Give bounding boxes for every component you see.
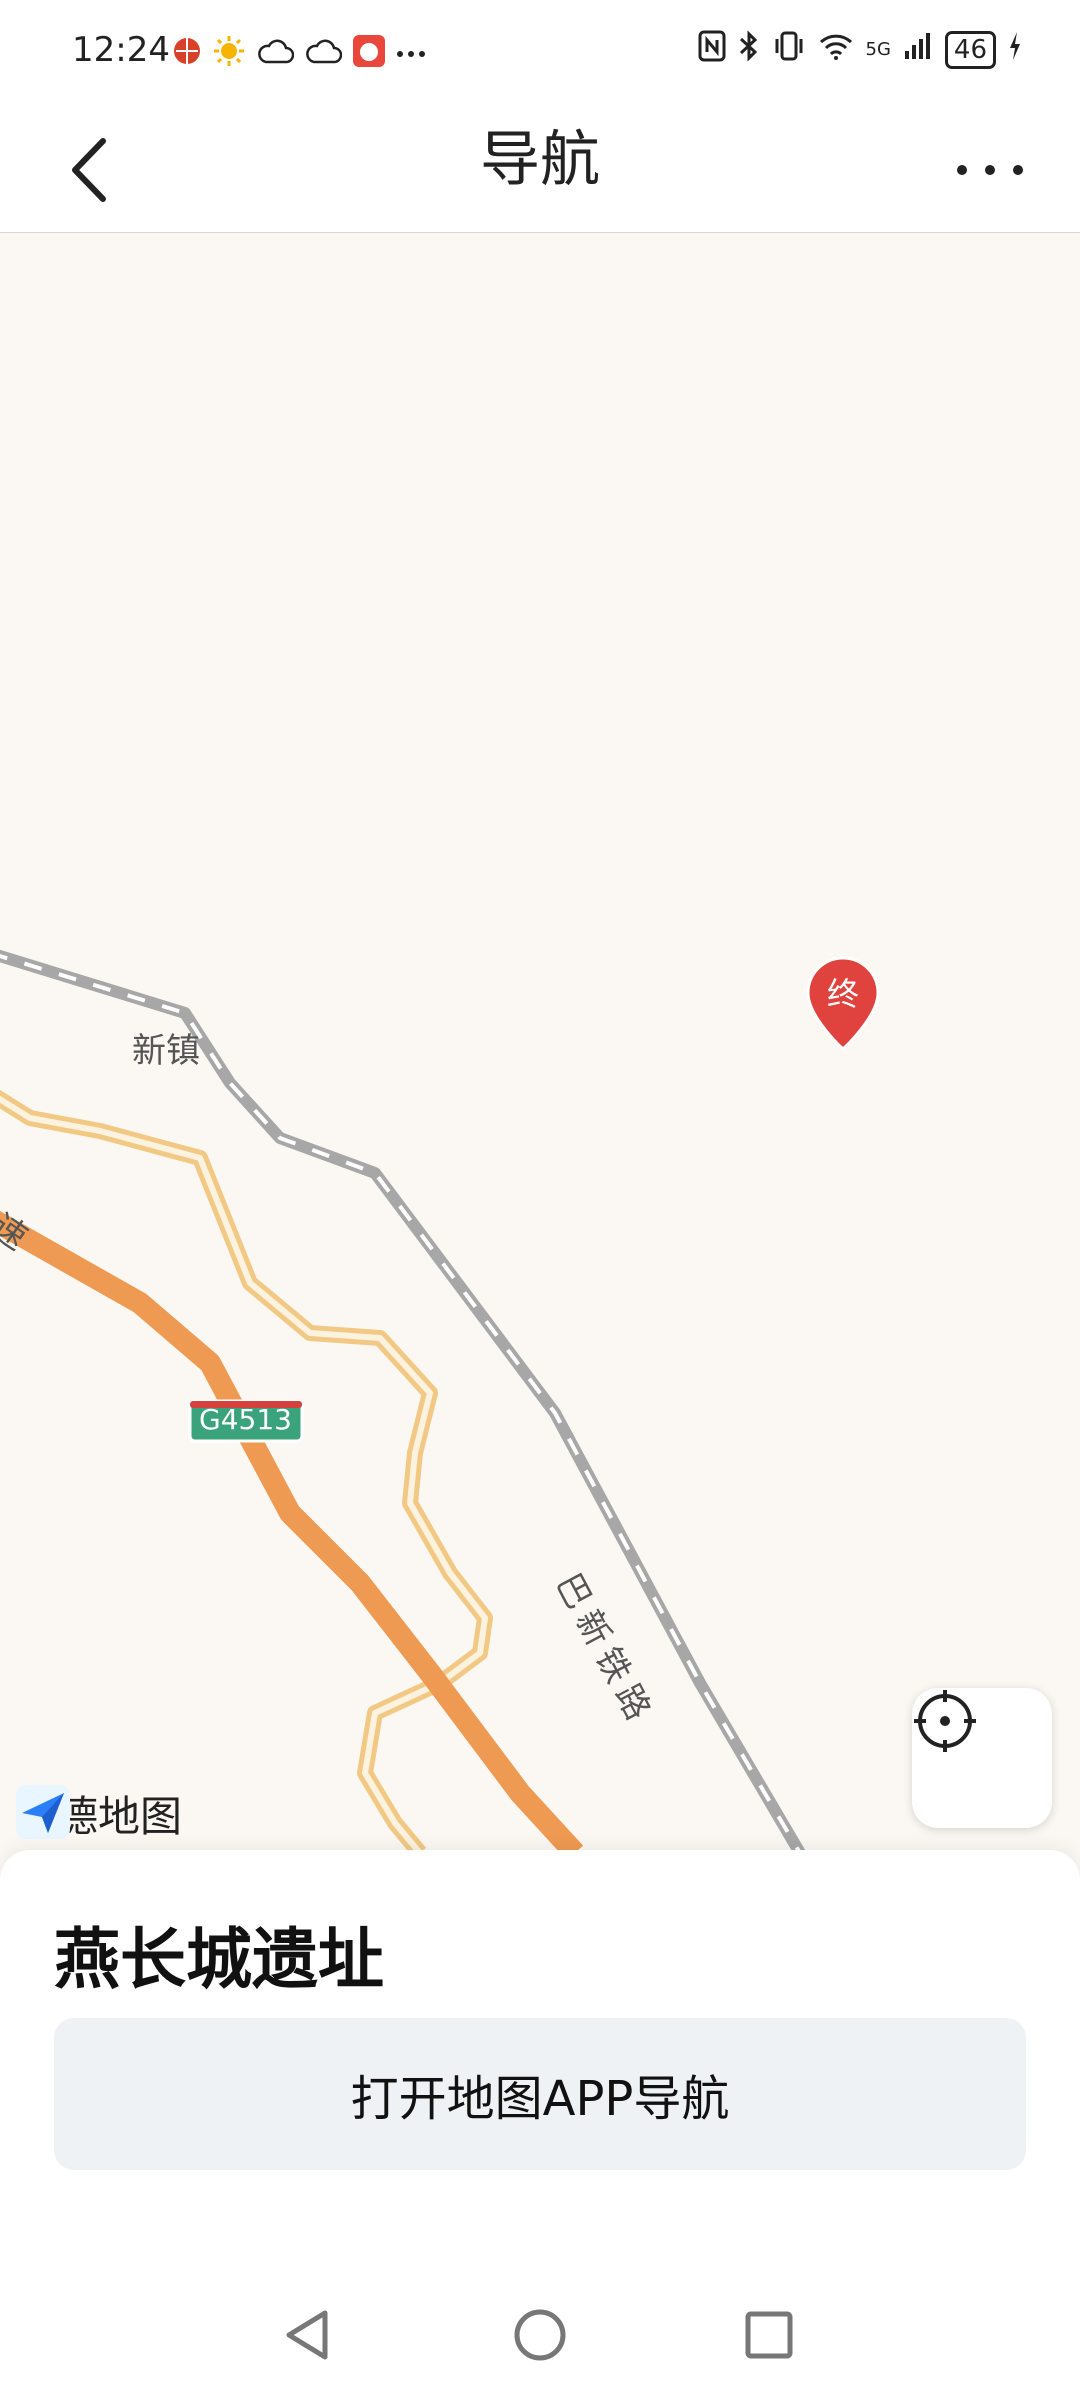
signal-icon (903, 31, 933, 68)
status-time: 12:24 (72, 30, 170, 70)
railway-line (0, 949, 806, 1853)
destination-sheet: 燕长城遗址 打开地图APP导航 (0, 1850, 1080, 2270)
sun-icon (212, 34, 246, 72)
page-title: 导航 (480, 125, 600, 195)
vibrate-icon (772, 30, 806, 69)
railway-dashes (0, 953, 802, 1853)
status-bar: 12:24 5G 46 (0, 0, 1080, 100)
system-navigation-bar (0, 2270, 1080, 2400)
destination-marker[interactable]: 终 (804, 955, 882, 1051)
cloud-icon (304, 36, 343, 70)
locate-me-button[interactable] (912, 1688, 1052, 1828)
open-map-app-button[interactable]: 打开地图APP导航 (54, 2018, 1026, 2170)
nav-back-button[interactable] (262, 2290, 352, 2380)
nav-recents-button[interactable] (724, 2290, 814, 2380)
bluetooth-icon (738, 30, 760, 69)
charging-icon (1008, 31, 1022, 68)
destination-name: 燕长城遗址 (54, 1921, 384, 1998)
map-label-highway-shield: G4513 (199, 1403, 292, 1436)
status-system-icons: 5G 46 (698, 30, 1023, 69)
more-options-button[interactable] (940, 120, 1040, 220)
crosshair-icon (914, 1690, 976, 1752)
square-recents-icon (745, 2311, 793, 2359)
screen: 12:24 5G 46 导航 新镇 速 G4513 巴新铁路 终 高德地图 燕长… (0, 0, 1080, 2400)
map-provider-logo: 高德地图 (14, 1783, 182, 1844)
map-label-town: 新镇 (132, 1031, 200, 1071)
nfc-icon (698, 30, 726, 69)
network-type: 5G (865, 39, 891, 60)
more-notifications-icon (396, 44, 426, 63)
status-notification-icons (172, 34, 426, 72)
map-view[interactable]: 新镇 速 G4513 巴新铁路 终 高德地图 (0, 233, 1080, 1853)
basketball-icon (172, 36, 202, 70)
app-notification-icon (352, 34, 386, 72)
cloud-icon (256, 36, 295, 70)
amap-logo-icon (16, 1785, 70, 1839)
app-bar: 导航 (0, 100, 1080, 234)
destination-marker-label: 终 (826, 975, 859, 1013)
battery-level: 46 (944, 30, 996, 69)
wifi-icon (818, 31, 854, 68)
triangle-back-icon (286, 2310, 328, 2360)
circle-home-icon (514, 2309, 566, 2361)
nav-home-button[interactable] (495, 2290, 585, 2380)
more-horizontal-icon (957, 165, 1023, 175)
